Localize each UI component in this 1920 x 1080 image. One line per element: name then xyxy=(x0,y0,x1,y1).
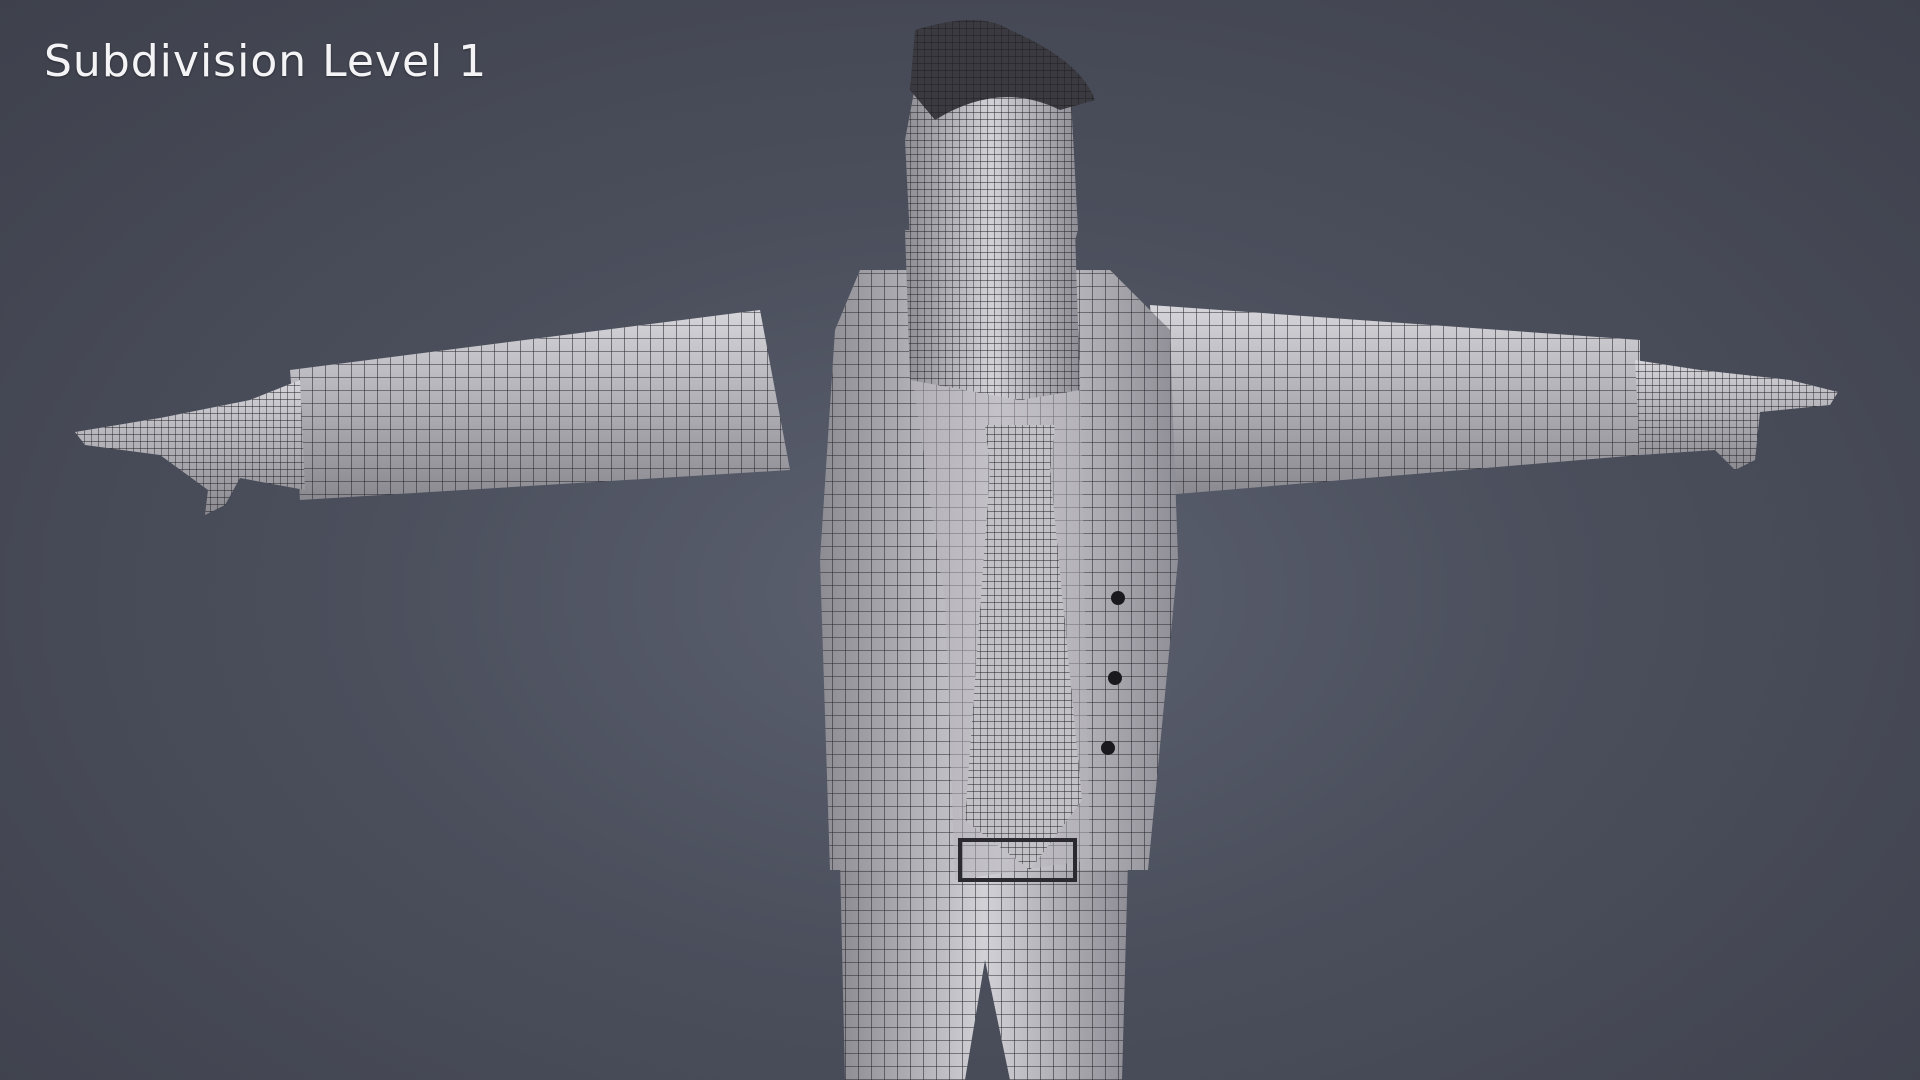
character-wireframe-render xyxy=(75,20,1838,1080)
subdivision-level-caption: Subdivision Level 1 xyxy=(44,36,488,87)
head xyxy=(905,20,1095,400)
left-arm xyxy=(75,310,790,515)
legs xyxy=(840,860,1128,1080)
right-arm xyxy=(1150,305,1838,495)
